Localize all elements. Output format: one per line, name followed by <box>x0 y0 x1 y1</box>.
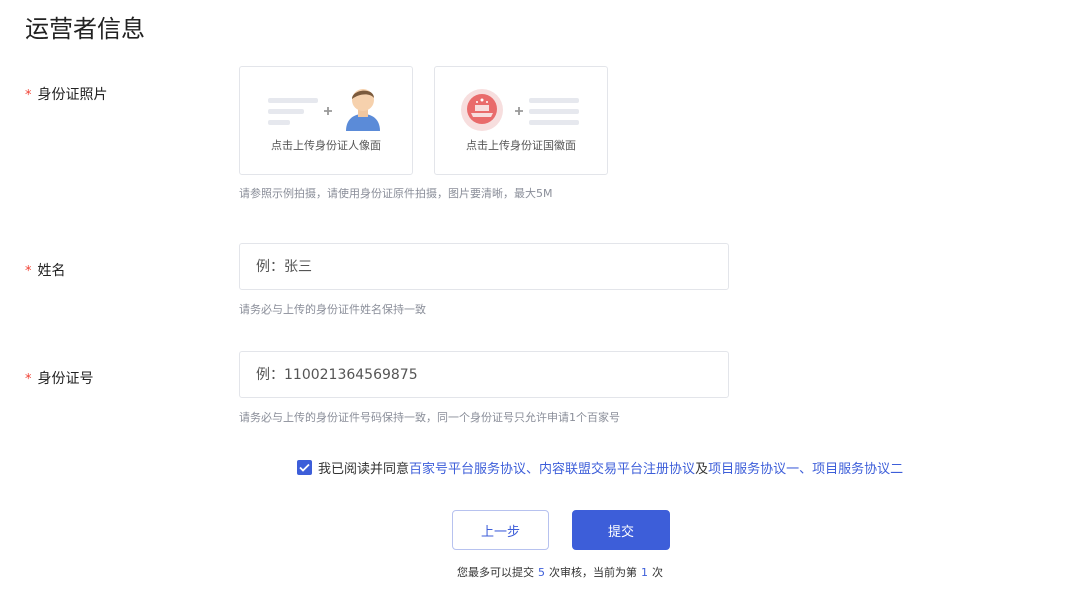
id-number-label: * 身份证号 <box>25 368 94 388</box>
agreement-link-project-two[interactable]: 项目服务协议二 <box>812 458 903 477</box>
agreement-separator: 及 <box>695 462 709 477</box>
upload-id-front-caption: 点击上传身份证人像面 <box>271 139 381 152</box>
id-photo-hint: 请参照示例拍摄，请使用身份证原件拍摄，图片要清晰，最大5M <box>239 187 553 200</box>
agreement-separator: 、 <box>799 462 813 477</box>
id-front-illustration-icon <box>268 89 380 131</box>
required-mark: * <box>25 372 32 387</box>
agreement-checkbox[interactable] <box>297 460 312 475</box>
checkmark-icon <box>299 463 310 472</box>
agreement-link-project-one[interactable]: 项目服务协议一 <box>708 458 799 477</box>
id-photo-label: * 身份证照片 <box>25 84 108 104</box>
upload-id-front-card[interactable]: 点击上传身份证人像面 <box>239 66 413 175</box>
submit-count-note: 您最多可以提交 5 次审核，当前为第 1 次 <box>0 564 1080 580</box>
id-number-hint: 请务必与上传的身份证件号码保持一致，同一个身份证号只允许申请1个百家号 <box>239 411 620 424</box>
agreement-link-platform[interactable]: 百家号平台服务协议 <box>409 458 526 477</box>
submit-note-text: 次审核，当前为第 <box>549 566 637 579</box>
upload-id-back-card[interactable]: 点击上传身份证国徽面 <box>434 66 608 175</box>
submit-note-text: 次 <box>652 566 663 579</box>
required-mark: * <box>25 264 32 279</box>
name-label-text: 姓名 <box>37 263 66 279</box>
agreement-separator: 、 <box>526 462 540 477</box>
prev-step-button[interactable]: 上一步 <box>452 510 549 550</box>
page-title: 运营者信息 <box>25 15 145 43</box>
current-submit-count: 1 <box>641 566 648 579</box>
agreement-prefix: 我已阅读并同意 <box>318 462 410 477</box>
id-photo-label-text: 身份证照片 <box>37 87 108 103</box>
id-back-illustration-icon <box>461 89 579 131</box>
id-number-input[interactable] <box>239 351 729 398</box>
name-input[interactable] <box>239 243 729 290</box>
max-submit-count: 5 <box>538 566 545 579</box>
name-label: * 姓名 <box>25 260 66 280</box>
agreement-link-alliance[interactable]: 内容联盟交易平台注册协议 <box>539 458 695 477</box>
upload-id-back-caption: 点击上传身份证国徽面 <box>466 139 576 152</box>
agreement-row: 我已阅读并同意 百家号平台服务协议 、 内容联盟交易平台注册协议 及 项目服务协… <box>297 458 903 477</box>
name-hint: 请务必与上传的身份证件姓名保持一致 <box>239 303 426 316</box>
id-number-label-text: 身份证号 <box>37 371 94 387</box>
submit-note-text: 您最多可以提交 <box>457 566 534 579</box>
required-mark: * <box>25 88 32 103</box>
submit-button[interactable]: 提交 <box>572 510 670 550</box>
